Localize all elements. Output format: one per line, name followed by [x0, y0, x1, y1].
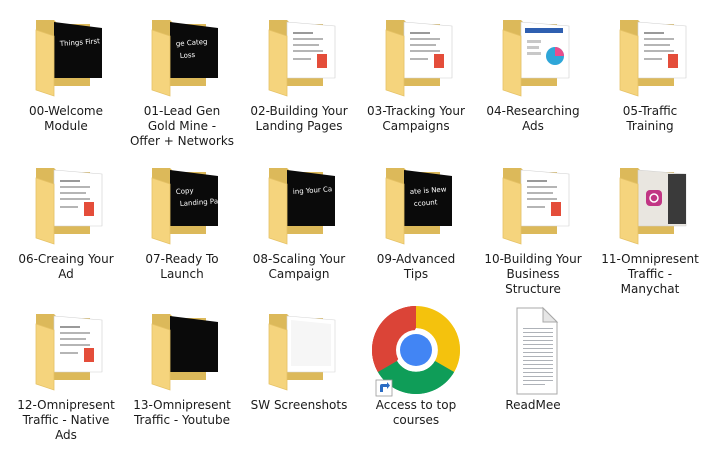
item-label: 13-Omnipresent Traffic - Youtube [133, 398, 231, 427]
folder-icon [594, 12, 706, 104]
item-label: 06-Creaing Your Ad [18, 252, 114, 281]
folder-item-04-researching-ads[interactable]: 04-Researching Ads [477, 12, 589, 157]
folder-icon [243, 306, 355, 398]
folder-item-13-omnipresent-traffic-youtube[interactable]: 13-Omnipresent Traffic - Youtube [126, 306, 238, 451]
svg-text:ccount: ccount [414, 198, 438, 208]
folder-icon: Things First [10, 12, 122, 104]
svg-text:Loss: Loss [180, 51, 196, 60]
folder-item-00-welcome-module[interactable]: Things First 00-Welcome Module [10, 12, 122, 157]
item-label: ReadMee [505, 398, 561, 412]
item-label: 01-Lead Gen Gold Mine - Offer + Networks [129, 104, 235, 148]
item-label: 08-Scaling Your Campaign [252, 252, 346, 281]
file-item-readmee[interactable]: ReadMee [477, 306, 589, 451]
item-label: 12-Omnipresent Traffic - Native Ads [17, 398, 115, 442]
folder-icon [477, 12, 589, 104]
item-label: 02-Building Your Landing Pages [250, 104, 348, 133]
folder-item-07-ready-to-launch[interactable]: Copy Landing Page 07-Ready To Launch [126, 160, 238, 305]
item-label: 00-Welcome Module [28, 104, 103, 133]
item-label: 05-Traffic Training [622, 104, 678, 133]
folder-icon [126, 306, 238, 398]
item-label: 10-Building Your Business Structure [484, 252, 582, 296]
item-label: 09-Advanced Tips [376, 252, 456, 281]
folder-icon: ate is New ccount [360, 160, 472, 252]
folder-icon [360, 12, 472, 104]
chrome-icon [360, 306, 472, 398]
item-label: 07-Ready To Launch [145, 252, 219, 281]
folder-item-10-building-your-business-structure[interactable]: 10-Building Your Business Structure [477, 160, 589, 305]
folder-icon [10, 306, 122, 398]
svg-text:Copy: Copy [176, 187, 194, 196]
folder-icon [243, 12, 355, 104]
folder-icon [594, 160, 706, 252]
folder-item-01-lead-gen-gold-mine-offer-networks[interactable]: ge Categ Loss 01-Lead Gen Gold Mine - Of… [126, 12, 238, 157]
folder-icon: ing Your Ca [243, 160, 355, 252]
folder-item-09-advanced-tips[interactable]: ate is New ccount 09-Advanced Tips [360, 160, 472, 305]
folder-item-05-traffic-training[interactable]: 05-Traffic Training [594, 12, 706, 157]
item-label: Access to top courses [375, 398, 457, 427]
folder-icon: Copy Landing Page [126, 160, 238, 252]
folder-item-sw-screenshots[interactable]: SW Screenshots [243, 306, 355, 451]
folder-item-02-building-your-landing-pages[interactable]: 02-Building Your Landing Pages [243, 12, 355, 157]
folder-item-03-tracking-your-campaigns[interactable]: 03-Tracking Your Campaigns [360, 12, 472, 157]
item-label: SW Screenshots [250, 398, 348, 412]
item-label: 03-Tracking Your Campaigns [367, 104, 465, 133]
folder-item-11-omnipresent-traffic-manychat[interactable]: 11-Omnipresent Traffic - Manychat [594, 160, 706, 305]
text-document-icon [477, 306, 589, 398]
item-label: 04-Researching Ads [486, 104, 580, 133]
folder-item-08-scaling-your-campaign[interactable]: ing Your Ca 08-Scaling Your Campaign [243, 160, 355, 305]
folder-item-12-omnipresent-traffic-native-ads[interactable]: 12-Omnipresent Traffic - Native Ads [10, 306, 122, 451]
folder-icon: ge Categ Loss [126, 12, 238, 104]
folder-icon [10, 160, 122, 252]
shortcut-item-access-to-top-courses[interactable]: Access to top courses [360, 306, 472, 451]
folder-icon [477, 160, 589, 252]
item-label: 11-Omnipresent Traffic - Manychat [601, 252, 699, 296]
folder-item-06-creaing-your-ad[interactable]: 06-Creaing Your Ad [10, 160, 122, 305]
